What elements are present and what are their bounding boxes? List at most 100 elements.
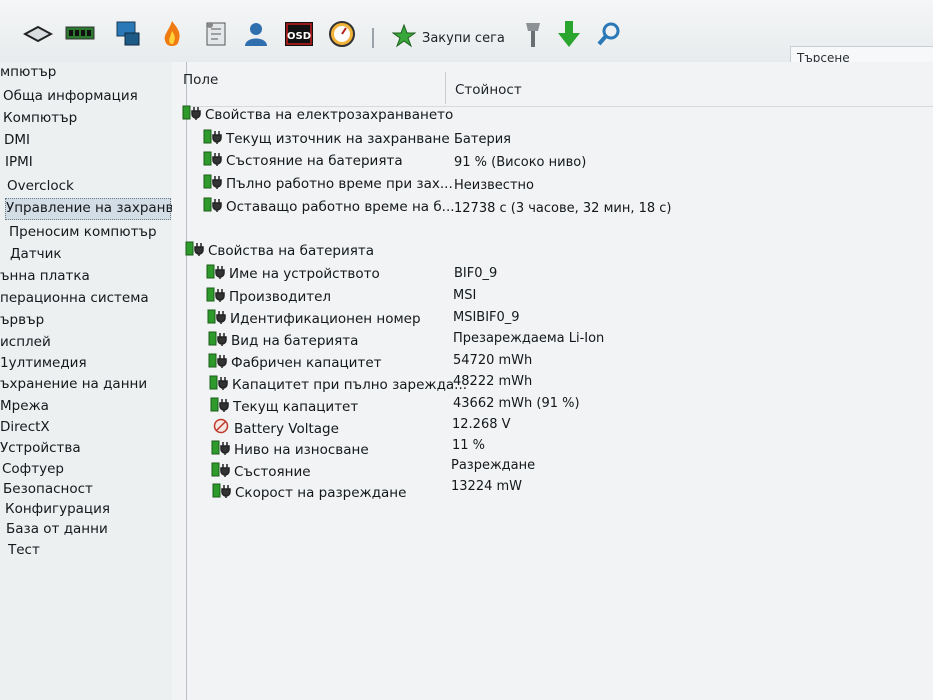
battery-plug-icon [203,128,223,150]
row-label: Пълно работно време при зах... [226,176,453,192]
row-field[interactable]: Ниво на износване [211,439,369,459]
row-value: MSI [453,288,477,303]
column-value-header[interactable]: Стойност [455,82,522,98]
tree-item-configuration[interactable]: Конфигурация [5,499,110,519]
download-arrow-icon[interactable] [553,18,585,50]
buy-license-button[interactable]: Закупи сега [391,23,505,52]
battery-plug-icon [203,150,223,172]
column-field-header[interactable]: Поле [183,72,218,88]
row-value: 11 % [452,438,486,453]
row-field[interactable]: Текущ капацитет [210,396,358,416]
row-label: Текущ източник на захранване [226,131,450,147]
osd-label: OSD [287,31,311,42]
row-field[interactable]: Капацитет при пълно зарежда... [209,374,467,394]
group-power-properties[interactable]: Свойства на електрозахранването [182,104,453,124]
row-field[interactable]: Състояние [211,461,311,481]
row-label: Вид на батерията [231,333,359,349]
tree-item-portable-computer[interactable]: Преносим компютър [9,222,157,242]
row-value: Презареждаема Li-Ion [453,331,605,346]
tree-item-operating-system[interactable]: перационна система [0,288,149,308]
battery-plug-icon [211,461,231,483]
battery-plug-icon [210,396,230,418]
row-field[interactable]: Състояние на батерията [203,150,403,170]
ram-icon[interactable] [64,18,96,50]
group-battery-properties[interactable]: Свойства на батерията [185,240,374,260]
row-value: BIF0_9 [454,266,498,281]
row-field[interactable]: Вид на батерията [208,330,358,350]
row-value: 12.268 V [452,417,511,432]
row-label: Име на устройството [229,266,380,282]
fire-icon[interactable] [156,18,188,50]
chip-icon[interactable] [22,18,54,50]
tree-item-dmi[interactable]: DMI [4,130,30,150]
tree-item-devices[interactable]: Устройства [0,438,81,458]
row-field[interactable]: Производител [206,286,331,306]
tree-item-directx[interactable]: DirectX [0,417,50,437]
row-value: 12738 с (3 часове, 32 мин, 18 с) [454,201,672,216]
tree-item-server[interactable]: ървър [0,310,44,330]
row-value: 48222 mWh [453,374,533,389]
tree-item-ipmi[interactable]: IPMI [5,152,33,172]
tree-item-sensor[interactable]: Датчик [10,244,62,264]
battery-plug-icon [206,263,226,285]
tree-item-overclock[interactable]: Overclock [7,176,74,196]
battery-plug-icon [206,286,226,308]
tree-item-computer-name[interactable]: Компютър [3,108,77,128]
row-value: MSIBIF0_9 [453,310,520,325]
row-value: 54720 mWh [453,353,533,368]
row-label: Оставащо работно време на б... [226,199,455,215]
tree-item-benchmark[interactable]: Тест [8,540,40,560]
tree-item-software[interactable]: Софтуер [2,459,64,479]
column-header: Поле Стойност [183,68,933,107]
battery-plug-icon [208,352,228,374]
row-label: Ниво на износване [234,442,369,458]
row-label: Battery Voltage [234,421,339,437]
row-field[interactable]: Battery Voltage [213,418,339,438]
report-icon[interactable] [200,18,232,50]
group-title: Свойства на батерията [208,243,374,259]
row-value: Батерия [454,132,511,147]
computer-icon[interactable] [112,18,144,50]
wrench-icon[interactable] [517,18,549,50]
gauge-icon[interactable] [326,18,358,50]
column-separator[interactable] [445,72,446,104]
toolbar-separator [372,28,374,48]
search-icon[interactable] [593,18,625,50]
star-icon [391,23,417,52]
tree-item-security[interactable]: Безопасност [3,479,93,499]
tree-item-database[interactable]: База от данни [6,519,108,539]
row-field[interactable]: Фабричен капацитет [208,352,381,372]
tree-item-storage[interactable]: ъхранение на данни [0,374,147,394]
battery-plug-icon [212,482,232,504]
row-label: Скорост на разреждане [235,485,407,501]
battery-plug-icon [203,173,223,195]
battery-plug-icon [203,196,223,218]
row-value: 91 % (Високо ниво) [454,155,587,170]
row-label: Капацитет при пълно зарежда... [232,377,468,393]
tree-item-computer[interactable]: мпютър [0,62,56,82]
user-icon[interactable] [240,18,272,50]
battery-plug-icon [207,308,227,330]
row-field[interactable]: Оставащо работно време на б... [203,196,455,216]
row-field[interactable]: Скорост на разреждане [212,482,406,502]
tree-item-display[interactable]: исплей [0,332,51,352]
buy-license-label: Закупи сега [422,30,505,46]
row-field[interactable]: Име на устройството [206,263,380,283]
battery-plug-icon [182,104,202,126]
row-label: Идентификационен номер [230,311,421,327]
group-title: Свойства на електрозахранването [205,107,454,123]
osd-icon[interactable]: OSD [283,18,315,50]
tree-item-multimedia[interactable]: 1ултимедия [0,353,87,373]
row-value: 13224 mW [451,479,523,494]
row-value: 43662 mWh (91 %) [453,396,580,411]
tree-item-motherboard[interactable]: ънна платка [0,266,90,286]
row-field[interactable]: Идентификационен номер [207,308,421,328]
panel-border [186,62,187,700]
row-value: Разреждане [451,458,536,473]
tree-item-power-management[interactable]: Управление на захранва [5,198,172,220]
tree-item-network[interactable]: Мрежа [0,396,49,416]
row-label: Състояние [234,464,311,480]
row-field[interactable]: Текущ източник на захранване [203,128,450,148]
tree-item-summary[interactable]: Обща информация [3,86,138,106]
row-field[interactable]: Пълно работно време при зах... [203,173,453,193]
